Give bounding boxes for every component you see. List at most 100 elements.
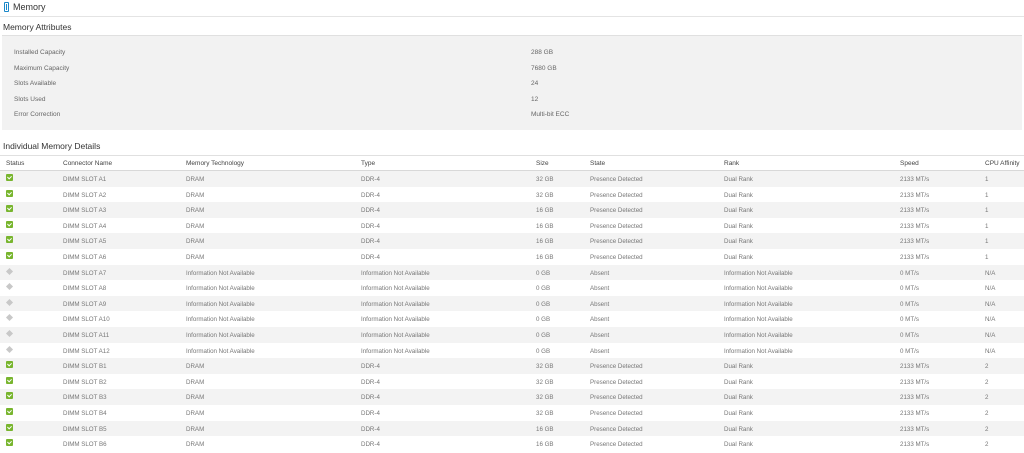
status-ok-icon <box>6 361 13 369</box>
memory-attributes-title: Memory Attributes <box>3 22 72 32</box>
memory-state: Presence Detected <box>590 394 643 402</box>
memory-type: DDR-4 <box>361 253 380 261</box>
cpu-affinity: 1 <box>985 207 989 215</box>
memory-size: 0 GB <box>536 269 551 277</box>
memory-state: Absent <box>590 347 610 355</box>
connector-name: DIMM SLOT A12 <box>63 347 110 355</box>
memory-size: 32 GB <box>536 176 554 183</box>
status-unknown-icon <box>5 298 14 306</box>
status-ok-icon <box>6 392 13 400</box>
cpu-affinity: 2 <box>985 363 989 371</box>
memory-state: Presence Detected <box>590 253 643 261</box>
status-unknown-icon <box>5 345 14 353</box>
memory-type: DDR-4 <box>361 425 380 433</box>
memory-speed: 2133 MT/s <box>900 176 930 183</box>
memory-rank: Information Not Available <box>724 316 793 324</box>
table-row: DIMM SLOT A6 DRAM DDR-4 16 GB Presence Detec… <box>0 249 1024 265</box>
memory-state: Absent <box>590 300 610 308</box>
memory-type: Information Not Available <box>361 285 430 293</box>
attribute-value: 12 <box>531 95 539 103</box>
table-row: DIMM SLOT A11 Information Not Available In… <box>0 326 1024 343</box>
connector-name: DIMM SLOT B5 <box>63 425 107 433</box>
column-header-connector[interactable]: Connector Name <box>63 160 112 167</box>
column-header-state[interactable]: State <box>590 160 605 167</box>
connector-name: DIMM SLOT B4 <box>63 409 107 417</box>
memory-rank: Dual Rank <box>724 363 753 371</box>
table-row: DIMM SLOT A5 DRAM DDR-4 16 GB Presence Detec… <box>0 233 1024 249</box>
column-header-size[interactable]: Size <box>536 160 549 167</box>
connector-name: DIMM SLOT A2 <box>63 191 107 199</box>
cpu-affinity: 2 <box>985 378 989 386</box>
memory-type: Information Not Available <box>361 300 430 308</box>
memory-state: Presence Detected <box>590 378 643 386</box>
memory-technology: Information Not Available <box>186 347 255 355</box>
cpu-affinity: 2 <box>985 441 989 449</box>
memory-speed: 0 MT/s <box>900 285 919 293</box>
memory-type: Information Not Available <box>361 316 430 324</box>
connector-name: DIMM SLOT B6 <box>63 441 107 449</box>
connector-name: DIMM SLOT A4 <box>63 222 107 230</box>
memory-table-body: DIMM SLOT A1 DRAM DDR-4 32 GB Presence Detec… <box>0 171 1024 452</box>
memory-size: 0 GB <box>536 347 551 355</box>
memory-speed: 0 MT/s <box>900 331 919 339</box>
memory-technology: DRAM <box>186 207 205 215</box>
memory-size: 32 GB <box>536 363 554 371</box>
attribute-label: Maximum Capacity <box>14 64 70 72</box>
memory-size: 32 GB <box>536 378 554 386</box>
attribute-label: Installed Capacity <box>14 49 66 56</box>
memory-speed: 2133 MT/s <box>900 378 930 386</box>
table-row: DIMM SLOT A9 Information Not Available Inf… <box>0 295 1024 312</box>
memory-rank: Dual Rank <box>724 409 753 417</box>
memory-size: 16 GB <box>536 441 554 449</box>
memory-type: DDR-4 <box>361 222 380 230</box>
page-header: Memory <box>0 0 1024 17</box>
memory-speed: 2133 MT/s <box>900 425 930 433</box>
memory-size: 16 GB <box>536 207 554 215</box>
memory-technology: DRAM <box>186 378 205 386</box>
table-row: DIMM SLOT B6 DRAM DDR-4 16 GB Presence Detec… <box>0 436 1024 452</box>
memory-size: 16 GB <box>536 238 554 246</box>
column-header-rank[interactable]: Rank <box>724 160 739 167</box>
memory-state: Presence Detected <box>590 207 643 215</box>
status-unknown-icon <box>5 267 14 275</box>
memory-technology: DRAM <box>186 253 205 261</box>
cpu-affinity: 2 <box>985 394 989 402</box>
memory-rank: Dual Rank <box>724 238 753 246</box>
cpu-affinity: 2 <box>985 425 989 433</box>
connector-name: DIMM SLOT B3 <box>63 394 107 402</box>
attribute-value: 24 <box>531 80 539 87</box>
memory-size: 16 GB <box>536 425 554 433</box>
cpu-affinity: N/A <box>985 316 996 324</box>
memory-type: DDR-4 <box>361 441 380 449</box>
memory-state: Presence Detected <box>590 425 643 433</box>
column-header-cpu-affinity[interactable]: CPU Affinity <box>985 160 1020 167</box>
memory-speed: 0 MT/s <box>900 300 919 308</box>
connector-name: DIMM SLOT A1 <box>63 176 107 183</box>
memory-rank: Information Not Available <box>724 285 793 293</box>
connector-name: DIMM SLOT B1 <box>63 363 107 371</box>
attribute-label: Slots Available <box>14 80 57 87</box>
status-ok-icon <box>6 423 13 431</box>
memory-state: Presence Detected <box>590 441 643 449</box>
memory-rank: Dual Rank <box>724 222 753 230</box>
attribute-row: Slots Available 24 <box>2 76 1022 90</box>
memory-size: 32 GB <box>536 394 554 402</box>
cpu-affinity: N/A <box>985 300 996 308</box>
cpu-affinity: 1 <box>985 222 989 230</box>
column-header-technology[interactable]: Memory Technology <box>186 160 244 167</box>
connector-name: DIMM SLOT A3 <box>63 207 107 215</box>
memory-technology: DRAM <box>186 176 205 183</box>
memory-technology: DRAM <box>186 191 205 199</box>
memory-state: Presence Detected <box>590 191 643 199</box>
status-ok-icon <box>6 174 13 181</box>
memory-size: 32 GB <box>536 409 554 417</box>
column-header-type[interactable]: Type <box>361 160 375 167</box>
memory-technology: DRAM <box>186 238 205 246</box>
attribute-value: Multi-bit ECC <box>531 111 570 118</box>
memory-size: 32 GB <box>536 191 554 199</box>
column-header-speed[interactable]: Speed <box>900 160 919 167</box>
memory-speed: 2133 MT/s <box>900 441 930 449</box>
memory-technology: Information Not Available <box>186 300 255 308</box>
memory-rank: Dual Rank <box>724 176 753 183</box>
column-header-status[interactable]: Status <box>6 160 24 167</box>
